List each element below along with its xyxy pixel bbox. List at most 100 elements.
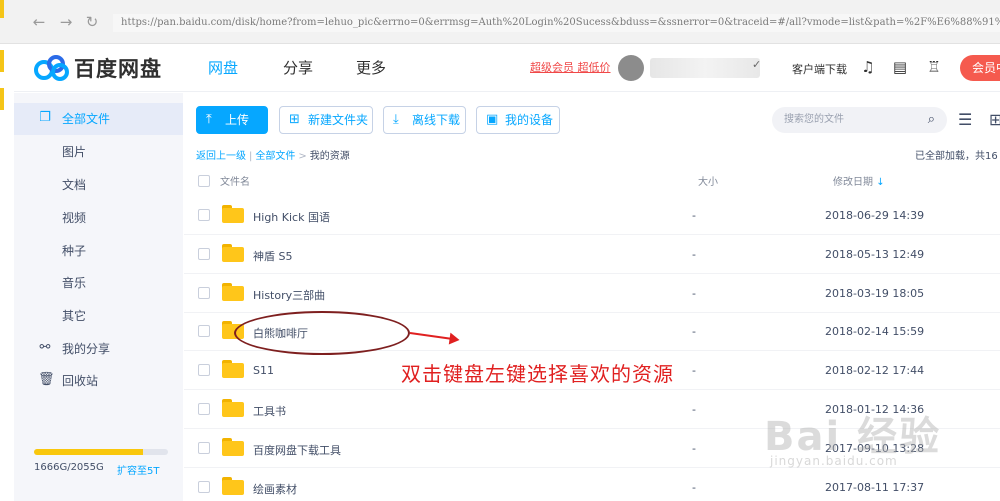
- annotation-text: 双击键盘左键选择喜欢的资源: [401, 362, 674, 386]
- sidebar-item-videos[interactable]: 视频: [14, 202, 183, 234]
- forward-arrow-icon[interactable]: →: [57, 13, 75, 31]
- file-modified-date: 2018-06-29 14:39: [825, 209, 925, 222]
- file-size: -: [692, 325, 696, 339]
- row-checkbox[interactable]: [198, 480, 210, 493]
- column-header-name[interactable]: 文件名: [220, 173, 250, 188]
- shirt-icon[interactable]: ♖: [924, 57, 944, 77]
- file-modified-date: 2018-05-13 12:49: [825, 247, 925, 261]
- sort-down-icon: ↓: [876, 177, 885, 188]
- browser-toolbar: ← → ↻ https://pan.baidu.com/disk/home?fr…: [0, 0, 1000, 110]
- watermark-url: jingyan.baidu.com: [770, 454, 898, 468]
- username-blurred[interactable]: [650, 58, 760, 78]
- breadcrumb-current: 我的资源: [309, 151, 350, 162]
- search-input[interactable]: 搜索您的文件 ⌕: [772, 107, 947, 133]
- promo-link[interactable]: 超级会员 超低价: [530, 59, 611, 75]
- file-name[interactable]: 绘画素材: [253, 481, 297, 497]
- table-row[interactable]: History三部曲 - 2018-03-19 18:05: [184, 274, 1000, 313]
- file-name[interactable]: S11: [253, 364, 274, 377]
- share-icon: ⚯: [39, 340, 51, 355]
- file-size: -: [692, 247, 696, 261]
- nav-more[interactable]: 更多: [356, 57, 386, 78]
- table-header: 文件名 大小 修改日期 ↓: [184, 166, 1000, 196]
- file-icon: ❐: [39, 110, 51, 125]
- clipboard-icon[interactable]: ▤: [890, 57, 910, 77]
- new-folder-button[interactable]: ⊞ 新建文件夹: [279, 106, 373, 134]
- row-checkbox[interactable]: [198, 209, 210, 221]
- breadcrumb-all-files[interactable]: 全部文件: [255, 151, 295, 162]
- sort-list-icon[interactable]: ☰: [958, 110, 972, 129]
- folder-icon: [222, 476, 244, 495]
- file-size: -: [692, 403, 696, 416]
- row-checkbox[interactable]: [198, 247, 210, 260]
- sidebar-item-recycle-bin[interactable]: 🗑 回收站: [14, 365, 183, 397]
- file-size: -: [692, 480, 696, 494]
- storage-quota-text: 1666G/2055G: [34, 462, 104, 473]
- sidebar-item-images[interactable]: 图片: [14, 136, 183, 168]
- select-all-checkbox[interactable]: [198, 175, 210, 187]
- row-checkbox[interactable]: [198, 364, 210, 377]
- file-modified-date: 2018-02-12 17:44: [825, 364, 925, 378]
- grid-view-icon[interactable]: ⊞: [989, 110, 1000, 129]
- window-edge-marks: [0, 0, 6, 140]
- my-devices-button[interactable]: ▣ 我的设备: [476, 106, 560, 134]
- loaded-count-text: 已全部加载，共16: [915, 151, 998, 162]
- row-checkbox[interactable]: [198, 286, 210, 299]
- client-download-link[interactable]: 客户端下载: [792, 61, 847, 77]
- table-row[interactable]: 神盾 S5 - 2018-05-13 12:49: [184, 235, 1000, 274]
- search-icon[interactable]: ⌕: [928, 107, 935, 133]
- breadcrumb: 返回上一级 | 全部文件 > 我的资源: [196, 151, 350, 162]
- logo-text: 百度网盘: [74, 57, 162, 81]
- row-checkbox[interactable]: [198, 403, 210, 415]
- nav-netdisk[interactable]: 网盘: [208, 57, 238, 78]
- table-row[interactable]: High Kick 国语 - 2018-06-29 14:39: [184, 196, 1000, 235]
- sidebar-item-music[interactable]: 音乐: [14, 267, 183, 299]
- file-size: -: [692, 364, 696, 378]
- annotation-ellipse: [234, 311, 410, 355]
- offline-download-button[interactable]: ⤓ 离线下载: [383, 106, 466, 134]
- trash-icon: 🗑: [38, 372, 55, 387]
- reload-icon[interactable]: ↻: [83, 13, 101, 31]
- folder-icon: [222, 205, 244, 223]
- chevron-down-icon[interactable]: ✓: [752, 58, 761, 71]
- sidebar-item-other[interactable]: 其它: [14, 300, 183, 332]
- address-bar[interactable]: https://pan.baidu.com/disk/home?from=leh…: [113, 14, 1000, 32]
- file-size: -: [692, 209, 696, 222]
- file-size: -: [692, 441, 696, 455]
- file-size: -: [692, 286, 696, 300]
- storage-quota-fill: [34, 449, 143, 455]
- upload-button[interactable]: ⤒ 上传: [196, 106, 268, 134]
- new-folder-icon: ⊞: [289, 112, 300, 127]
- storage-quota-bar: [34, 449, 168, 455]
- sidebar-item-my-shares[interactable]: ⚯ 我的分享: [14, 333, 183, 365]
- folder-icon: [222, 282, 244, 301]
- sidebar-item-all-files[interactable]: ❐ 全部文件: [14, 103, 183, 135]
- row-checkbox[interactable]: [198, 325, 210, 338]
- file-name[interactable]: High Kick 国语: [253, 209, 330, 225]
- sidebar-item-documents[interactable]: 文档: [14, 169, 183, 201]
- logo[interactable]: 百度网盘: [34, 54, 162, 82]
- file-name[interactable]: 神盾 S5: [253, 248, 292, 264]
- column-header-modified[interactable]: 修改日期 ↓: [833, 173, 885, 188]
- folder-icon: [222, 437, 244, 456]
- sidebar-item-torrents[interactable]: 种子: [14, 235, 183, 267]
- bell-icon[interactable]: ♫: [858, 57, 878, 77]
- upload-icon: ⤒: [206, 112, 212, 127]
- folder-icon: [222, 243, 244, 262]
- file-name[interactable]: 百度网盘下载工具: [253, 442, 341, 458]
- breadcrumb-back[interactable]: 返回上一级: [196, 151, 246, 162]
- device-icon: ▣: [486, 112, 499, 127]
- file-name[interactable]: History三部曲: [253, 287, 325, 303]
- avatar[interactable]: [618, 55, 644, 81]
- nav-share[interactable]: 分享: [283, 57, 313, 78]
- column-header-size[interactable]: 大小: [698, 173, 718, 188]
- row-checkbox[interactable]: [198, 441, 210, 454]
- file-modified-date: 2018-02-14 15:59: [825, 325, 925, 339]
- app-header: 百度网盘 网盘 分享 更多 超级会员 超低价 ✓ 客户端下载 ♫ ▤ ♖ 会员中: [14, 44, 1000, 92]
- file-modified-date: 2018-03-19 18:05: [825, 286, 925, 300]
- file-name[interactable]: 工具书: [253, 403, 286, 419]
- sidebar: ❐ 全部文件 图片 文档 视频 种子 音乐 其它 ⚯ 我的分享 🗑 回收站 16…: [14, 93, 183, 501]
- vip-center-button[interactable]: 会员中: [960, 55, 1000, 81]
- back-arrow-icon[interactable]: ←: [30, 13, 48, 31]
- logo-cloud-icon: [34, 55, 69, 81]
- expand-storage-link[interactable]: 扩容至5T: [117, 462, 159, 477]
